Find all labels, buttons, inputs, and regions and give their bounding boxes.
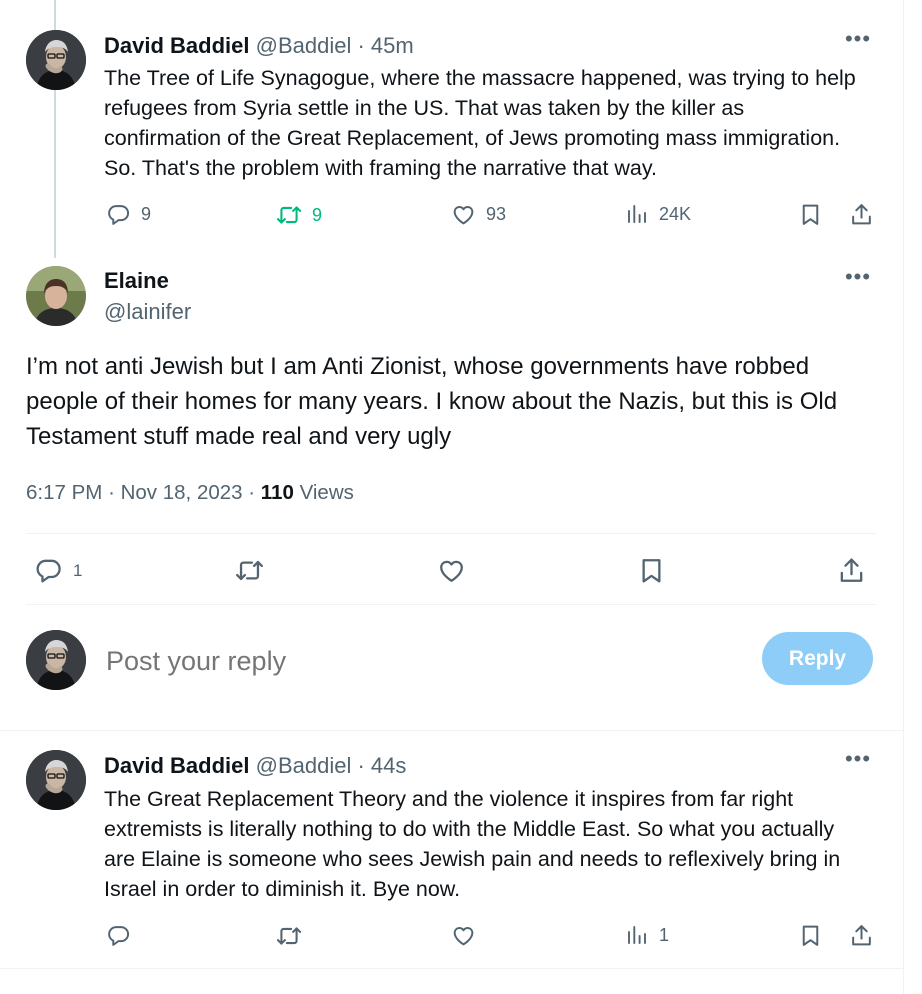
bookmark-button[interactable] [798,923,823,948]
bookmark-button[interactable] [637,556,666,585]
repost-icon [276,202,302,228]
like-count: 93 [486,204,507,224]
divider [26,604,876,605]
reply-icon [34,556,63,585]
repost-icon [235,556,264,585]
share-icon [837,556,866,585]
avatar [26,630,86,690]
reply-count: 1 [73,560,83,580]
reply-button[interactable]: 9 [106,202,151,227]
avatar[interactable] [26,266,86,326]
share-button[interactable] [849,923,874,948]
share-icon [849,202,874,227]
reply-count: 9 [141,204,152,224]
post-time[interactable]: 6:17 PM [26,481,102,504]
reply-button[interactable]: Reply [762,632,873,685]
author-handle[interactable]: @lainifer [104,299,191,325]
post-thread: David Baddiel @Baddiel · 45m ••• The Tre… [0,0,904,994]
author-name[interactable]: Elaine [104,268,169,294]
separator: · [248,481,256,504]
tweet-header: David Baddiel @Baddiel · 44s [104,753,406,779]
share-button[interactable] [849,202,874,227]
views-count: 24K [659,203,692,224]
views-icon [625,923,649,947]
separator: · [108,481,115,504]
reply-icon [106,923,131,948]
bookmark-icon [798,923,823,948]
author-name[interactable]: David Baddiel [104,753,249,778]
tweet-text: The Tree of Life Synagogue, where the ma… [104,66,856,180]
views-count[interactable]: 110 [261,481,294,504]
like-button[interactable] [451,923,476,948]
divider [26,533,876,534]
repost-button[interactable]: 9 [276,202,322,228]
views-icon [625,202,649,226]
repost-button[interactable] [276,923,302,949]
tweet-text: I’m not anti Jewish but I am Anti Zionis… [26,353,838,450]
tweet-header: David Baddiel @Baddiel · 45m [104,33,414,59]
more-icon[interactable]: ••• [843,266,873,292]
reply-icon [106,202,131,227]
timestamp[interactable]: 44s [371,753,406,778]
repost-icon [276,923,302,949]
post-metadata: 6:17 PM · Nov 18, 2023 · 110 Views [26,481,354,505]
avatar[interactable] [26,750,86,810]
divider [0,968,903,969]
timestamp[interactable]: 45m [371,33,414,58]
share-icon [849,923,874,948]
post-date[interactable]: Nov 18, 2023 [121,481,243,504]
views-label[interactable]: Views [300,481,354,504]
like-button[interactable]: 93 [451,202,506,227]
author-handle[interactable]: @Baddiel [256,33,352,58]
author-handle[interactable]: @Baddiel [256,753,352,778]
bookmark-icon [798,202,823,227]
reply-button[interactable]: 1 [34,556,82,585]
author-name[interactable]: David Baddiel [104,33,249,58]
like-icon [451,202,476,227]
repost-count: 9 [312,204,323,225]
share-button[interactable] [837,556,866,585]
views-button[interactable]: 1 [625,923,669,947]
repost-button[interactable] [235,556,264,585]
more-icon[interactable]: ••• [843,748,873,774]
reply-input[interactable] [104,638,738,684]
bookmark-button[interactable] [798,202,823,227]
separator: · [357,33,365,58]
like-icon [437,556,466,585]
separator: · [357,753,365,778]
reply-button[interactable] [106,923,131,948]
like-button[interactable] [437,556,466,585]
views-count: 1 [659,924,670,945]
like-icon [451,923,476,948]
bookmark-icon [637,556,666,585]
views-button[interactable]: 24K [625,202,691,226]
tweet-text: The Great Replacement Theory and the vio… [104,787,841,901]
divider [0,730,903,731]
more-icon[interactable]: ••• [843,28,873,54]
avatar[interactable] [26,30,86,90]
